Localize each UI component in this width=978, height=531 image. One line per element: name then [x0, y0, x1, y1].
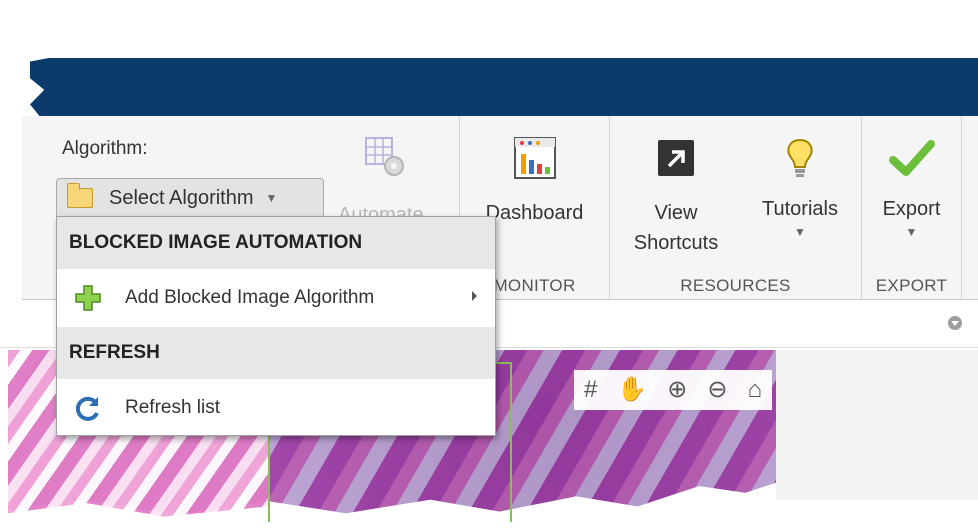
algorithm-dropdown-menu: BLOCKED IMAGE AUTOMATION Add Blocked Ima…: [56, 216, 496, 436]
lightbulb-icon: [787, 138, 813, 177]
refresh-item-label: Refresh list: [125, 397, 221, 418]
dashboard-button[interactable]: Dashboard: [460, 136, 609, 225]
zoom-in-icon[interactable]: ⊕: [667, 378, 687, 402]
folder-icon: [67, 183, 93, 208]
submenu-arrow-icon: [472, 291, 477, 301]
menu-header-automation: BLOCKED IMAGE AUTOMATION: [57, 217, 495, 269]
dashboard-icon: [513, 137, 556, 179]
export-button[interactable]: Export ▼: [862, 136, 961, 239]
collapse-icon[interactable]: [948, 316, 962, 330]
export-section: Export ▼ EXPORT: [862, 116, 962, 300]
tutorials-chevron-down-icon: ▼: [794, 225, 806, 239]
view-shortcuts-label-2: Shortcuts: [633, 232, 719, 254]
add-blocked-image-algorithm-item[interactable]: Add Blocked Image Algorithm: [57, 269, 495, 327]
zoom-out-icon[interactable]: ⊖: [707, 378, 727, 402]
plus-icon: [73, 283, 103, 313]
tutorials-label: Tutorials: [762, 198, 838, 220]
export-chevron-down-icon: ▼: [905, 225, 918, 239]
resources-section-label: RESOURCES: [680, 276, 791, 295]
pan-icon[interactable]: ✋: [617, 378, 647, 402]
view-shortcuts-button[interactable]: View Shortcuts: [626, 138, 726, 258]
datatip-icon[interactable]: #: [584, 378, 597, 402]
add-item-label: Add Blocked Image Algorithm: [125, 287, 375, 308]
select-algorithm-label: Select Algorithm: [109, 186, 254, 209]
view-shortcuts-label-1: View: [654, 202, 698, 224]
shortcut-arrow-icon: [658, 140, 694, 176]
page-top-area: [0, 0, 978, 58]
chevron-down-icon: ▼: [265, 191, 278, 205]
export-section-label: EXPORT: [875, 276, 948, 295]
export-label: Export: [882, 198, 941, 220]
algorithm-label: Algorithm:: [62, 138, 148, 159]
automate-icon: [365, 137, 404, 176]
axes-toolbar: # ✋ ⊕ ⊖ ⌂: [574, 370, 772, 410]
menu-header-refresh: REFRESH: [57, 327, 495, 379]
refresh-list-item[interactable]: Refresh list: [57, 379, 495, 437]
image-background: [776, 350, 978, 500]
refresh-icon: [73, 393, 103, 423]
select-algorithm-button[interactable]: Select Algorithm ▼: [56, 178, 324, 218]
app-title-bar: [30, 58, 978, 116]
home-icon[interactable]: ⌂: [747, 378, 762, 402]
tutorials-button[interactable]: Tutorials ▼: [750, 136, 850, 239]
resources-section: View Shortcuts Tutorials ▼ RESOURCES: [610, 116, 862, 300]
checkmark-icon: [888, 140, 935, 176]
